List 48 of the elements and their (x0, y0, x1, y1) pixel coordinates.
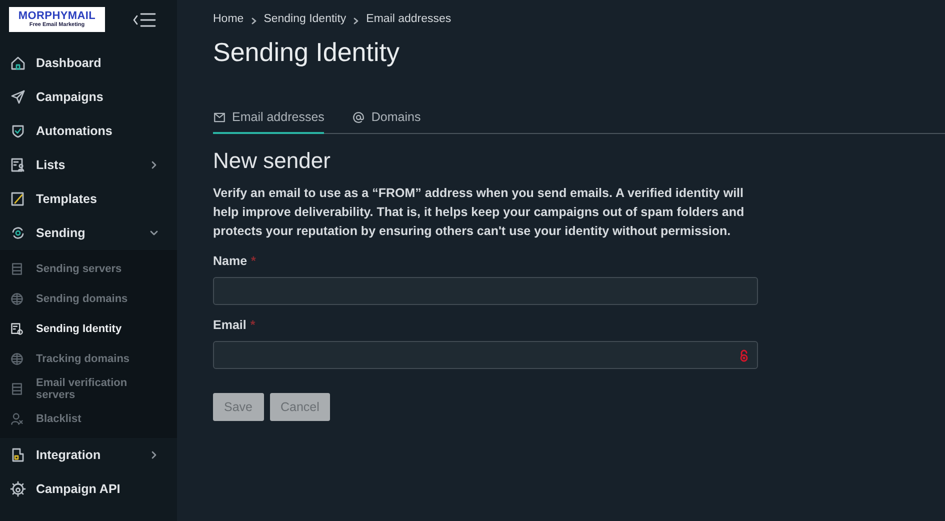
sidebar-item[interactable]: Automations (0, 114, 177, 148)
breadcrumb-link[interactable]: Sending Identity (264, 13, 346, 25)
sidebar-item[interactable]: Lists (0, 148, 177, 182)
description-text: Verify an email to use as a “FROM” address when you send emails. A verified identity will help improve deliverability. That is, it helps keep your campaigns out of spam folders and protects your reputation by ensuring others can't use your identity without permission. (213, 185, 746, 240)
envelope-icon (213, 110, 226, 124)
globe-icon (10, 352, 24, 366)
breadcrumb-link[interactable]: Home (213, 13, 244, 25)
sidebar-item[interactable]: Integration (0, 438, 177, 472)
chevron-right-icon (353, 16, 360, 24)
server-icon (10, 382, 24, 396)
input-field[interactable] (213, 341, 758, 369)
field-label: Name (213, 254, 248, 268)
collapse-menu-icon (133, 12, 157, 26)
chevron-right-icon (250, 16, 257, 24)
submenu-item[interactable]: Sending domains (0, 284, 177, 314)
sidebar-item[interactable]: Campaigns (0, 80, 177, 114)
user-x-icon (10, 412, 24, 426)
plug-board-icon (10, 447, 26, 463)
refresh-icon (10, 225, 26, 241)
tab[interactable]: Domains (352, 110, 421, 134)
field-label: Email (213, 318, 246, 332)
input-field[interactable] (213, 277, 758, 305)
sidebar-item[interactable]: Dashboard (0, 46, 177, 80)
submenu-item[interactable]: Sending servers (0, 254, 177, 284)
submenu-item[interactable]: Blacklist (0, 404, 177, 434)
pencil-note-icon (10, 191, 26, 207)
sidebar-item[interactable]: Templates (0, 182, 177, 216)
sidebar-item[interactable]: Sending (0, 216, 177, 250)
globe-icon (10, 292, 24, 306)
gear-icon (10, 481, 26, 497)
shield-check-icon (10, 123, 26, 139)
id-card-icon (10, 322, 24, 336)
paper-plane-icon (10, 89, 26, 105)
list-user-icon (10, 157, 26, 173)
submenu-item[interactable]: Sending Identity (0, 314, 177, 344)
required-mark: * (250, 318, 256, 332)
server-icon (10, 262, 24, 276)
house-icon (10, 55, 26, 71)
sidebar-item[interactable]: Campaign API (0, 472, 177, 506)
tab[interactable]: Email addresses (213, 110, 324, 134)
required-mark: * (251, 254, 256, 268)
submenu-item[interactable]: Email verification servers (0, 374, 177, 404)
page-title: Sending Identity (213, 37, 400, 68)
submenu-item[interactable]: Tracking domains (0, 344, 177, 374)
at-sign-icon (352, 110, 366, 124)
section-heading: New sender (213, 148, 330, 174)
lock-icon (739, 348, 749, 362)
breadcrumb-link[interactable]: Email addresses (366, 13, 452, 25)
